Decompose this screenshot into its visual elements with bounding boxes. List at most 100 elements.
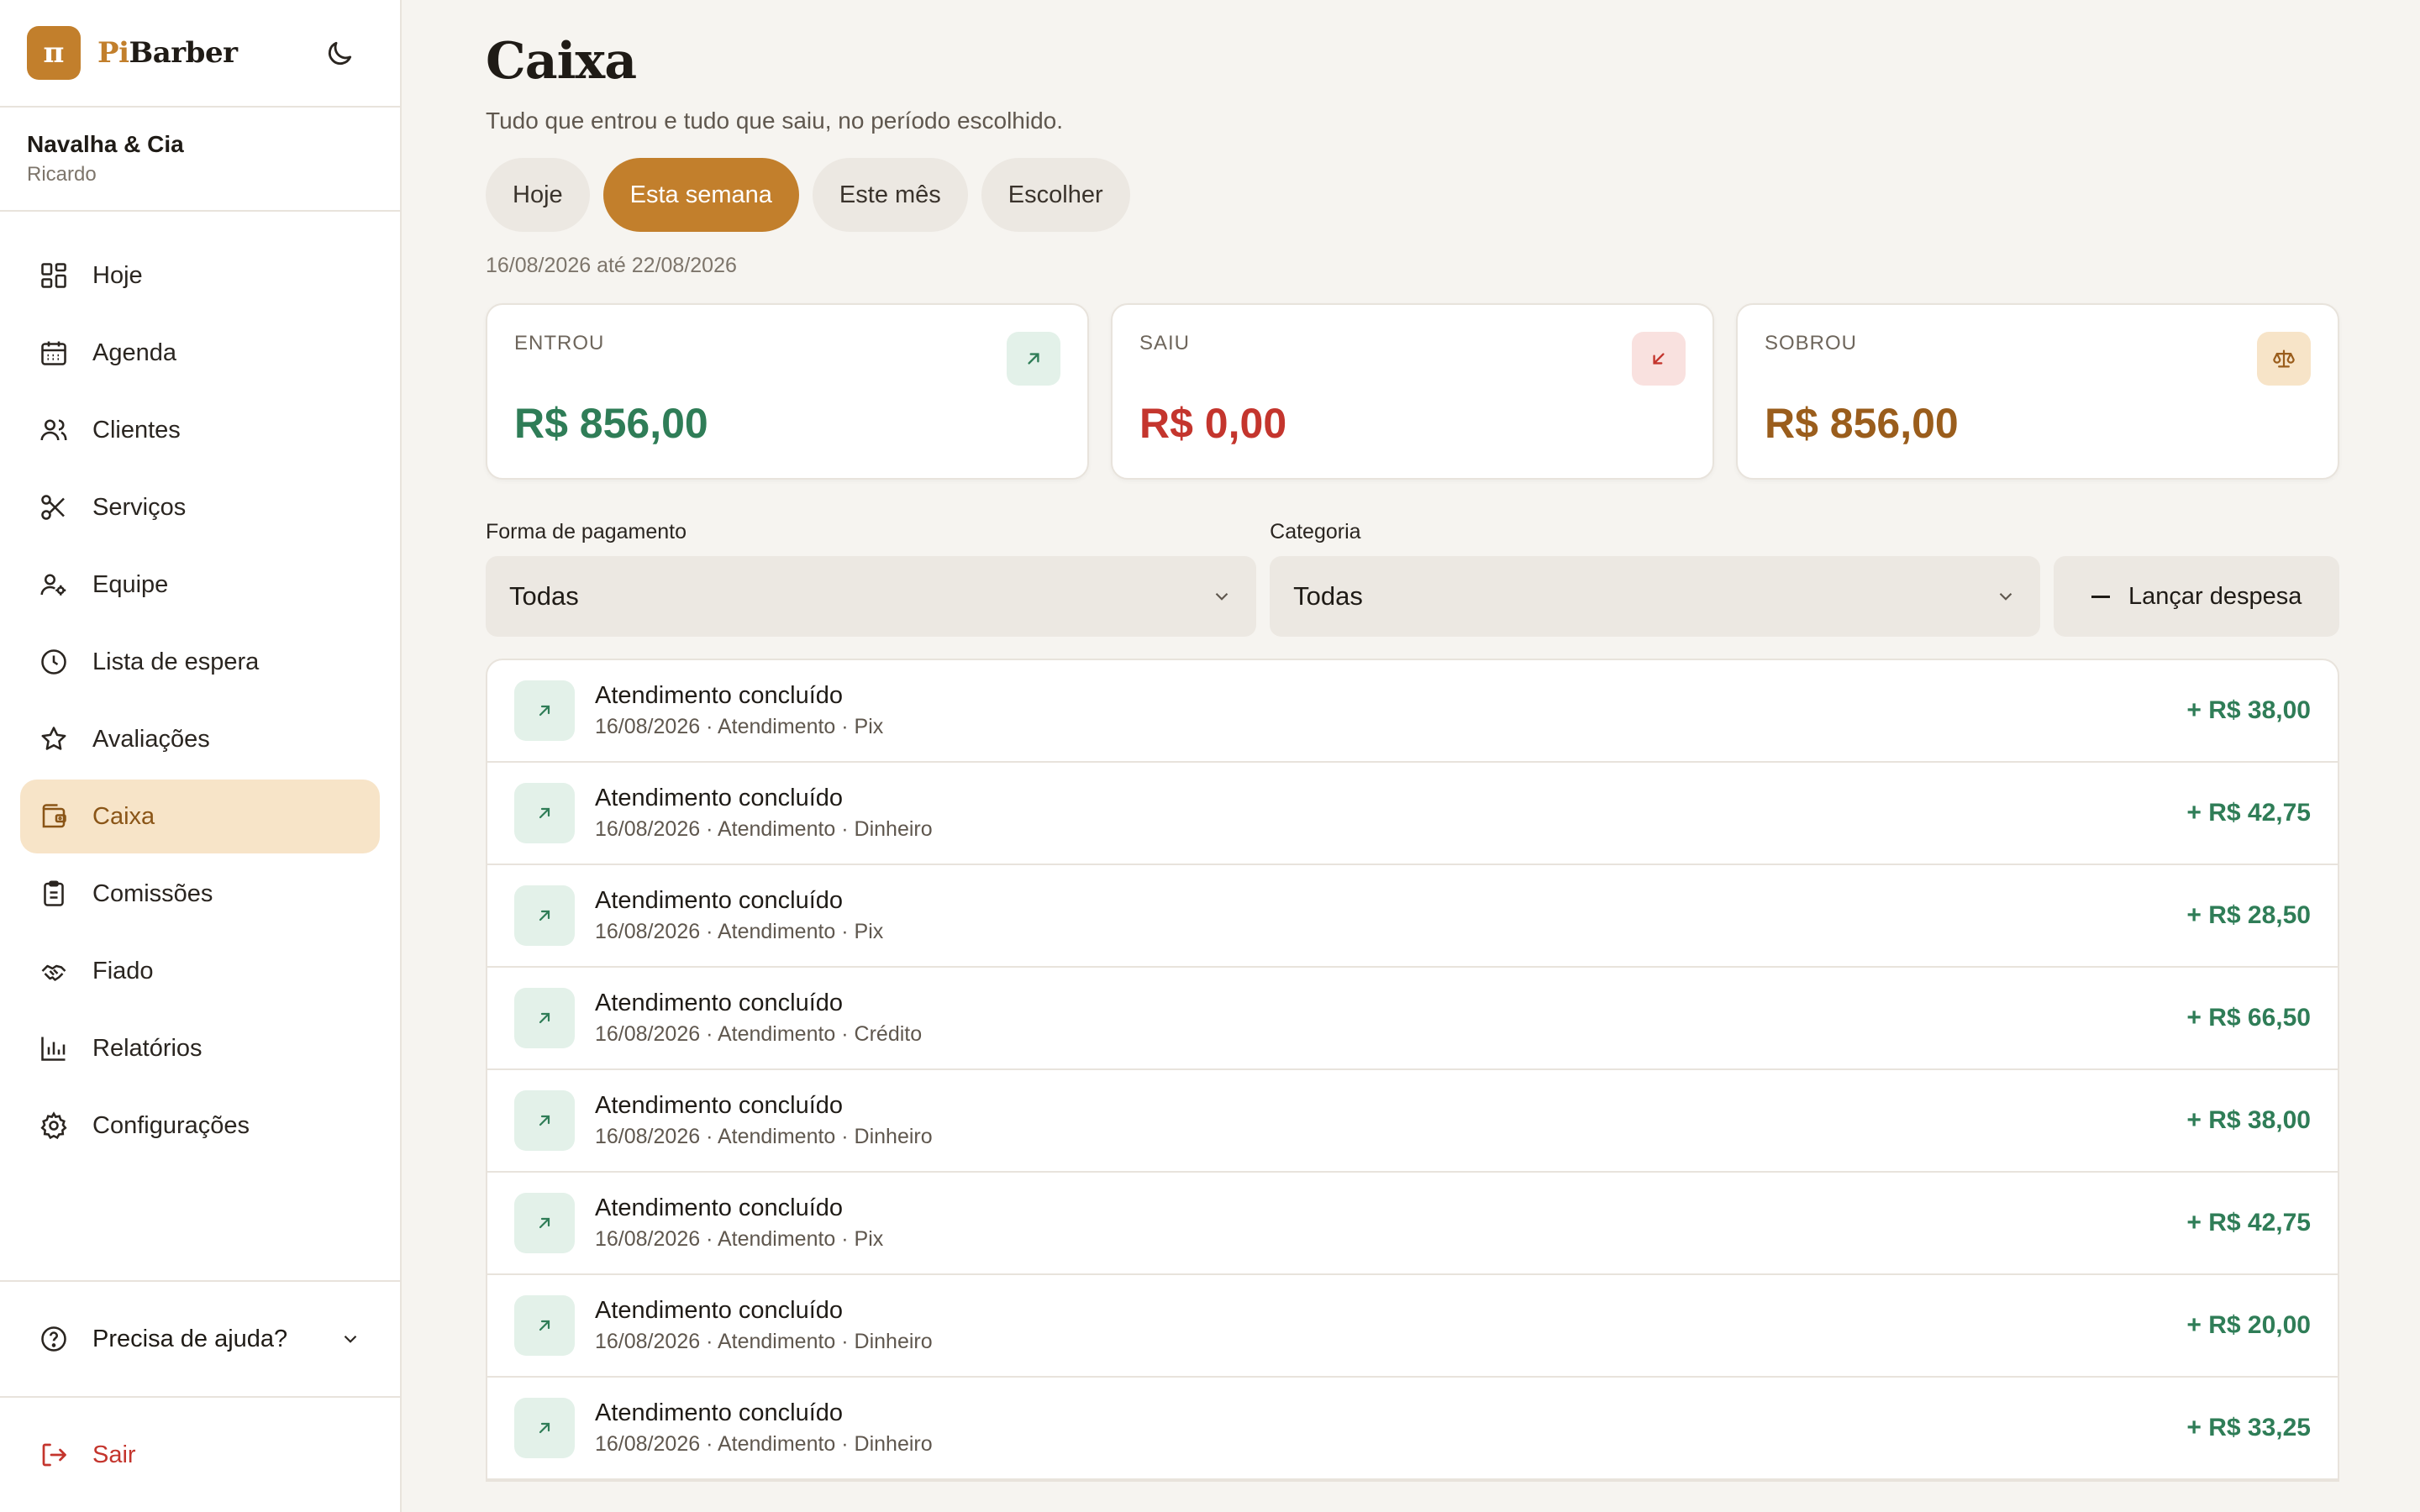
sidebar-item-label: Hoje xyxy=(92,261,143,289)
sidebar-item-label: Lista de espera xyxy=(92,648,260,675)
income-row-icon xyxy=(514,1193,575,1253)
bar-chart-icon xyxy=(41,1037,66,1061)
period-tabs: Hoje Esta semana Este mês Escolher xyxy=(486,158,2339,232)
summary-cards: ENTROU R$ 856,00 SAIU R$ 0,00 SOBROU R$ … xyxy=(486,303,2339,480)
arrow-up-right-icon xyxy=(539,705,550,717)
arrow-up-right-icon xyxy=(539,1115,550,1126)
clock-icon xyxy=(41,649,66,675)
sidebar-nav: Hoje Agenda Clientes Serviços Equipe Lis… xyxy=(0,212,400,1163)
chevron-down-icon xyxy=(2000,592,2012,601)
arrow-up-right-icon xyxy=(1028,353,1039,365)
brand-name: PiBarber xyxy=(97,36,238,70)
theme-toggle-button[interactable] xyxy=(323,37,356,71)
add-expense-button[interactable]: Lançar despesa xyxy=(2054,556,2339,637)
scale-icon xyxy=(2273,349,2295,368)
payment-select[interactable]: Todas xyxy=(486,556,1257,637)
balance-icon-badge xyxy=(2257,332,2311,386)
team-icon xyxy=(40,574,66,596)
logo[interactable]: π xyxy=(27,26,81,80)
sidebar-item-caixa[interactable]: Caixa xyxy=(20,780,380,853)
brand-name-prefix: Pi xyxy=(97,36,129,70)
list-item[interactable]: Atendimento concluído 16/08/2026 · Atendi… xyxy=(487,865,2338,968)
transaction-title: Atendimento concluído xyxy=(595,785,844,811)
logout-icon xyxy=(42,1443,66,1467)
add-expense-label: Lançar despesa xyxy=(2128,582,2302,610)
sidebar-item-comissoes[interactable]: Comissões xyxy=(20,857,380,931)
balance-value: R$ 856,00 xyxy=(1765,400,1959,447)
arrow-up-right-icon xyxy=(539,910,550,921)
transaction-title: Atendimento concluído xyxy=(595,1092,844,1119)
help-label: Precisa de ajuda? xyxy=(92,1325,288,1352)
arrow-up-right-icon xyxy=(539,1012,550,1024)
shop-name: Navalha & Cia xyxy=(27,131,184,157)
transaction-meta: 16/08/2026 · Atendimento · Dinheiro xyxy=(595,817,933,841)
sidebar-item-clientes[interactable]: Clientes xyxy=(20,393,380,467)
sidebar-item-label: Fiado xyxy=(92,957,154,984)
list-item[interactable]: Atendimento concluído 16/08/2026 · Atendi… xyxy=(487,1173,2338,1275)
brand-header: π PiBarber xyxy=(0,0,400,108)
transaction-meta: 16/08/2026 · Atendimento · Pix xyxy=(595,920,884,943)
transaction-list: Atendimento concluído 16/08/2026 · Atendi… xyxy=(486,659,2339,1482)
transaction-title: Atendimento concluído xyxy=(595,1297,844,1324)
transaction-title: Atendimento concluído xyxy=(595,887,844,914)
list-item[interactable]: Atendimento concluído 16/08/2026 · Atendi… xyxy=(487,660,2338,763)
payment-filter-label: Forma de pagamento xyxy=(486,520,687,543)
sidebar-item-equipe[interactable]: Equipe xyxy=(20,548,380,622)
logout-label: Sair xyxy=(92,1441,136,1468)
arrow-up-right-icon xyxy=(539,1422,550,1434)
transaction-amount: + R$ 20,00 xyxy=(2186,1311,2311,1339)
sidebar-item-relatorios[interactable]: Relatórios xyxy=(20,1011,380,1085)
shop-user: Ricardo xyxy=(27,163,97,186)
logout-button[interactable]: Sair xyxy=(0,1396,400,1512)
sidebar-item-fiado[interactable]: Fiado xyxy=(20,934,380,1008)
transaction-amount: + R$ 28,50 xyxy=(2186,901,2311,929)
sidebar-footer: Precisa de ajuda? Sair xyxy=(0,1280,400,1512)
transaction-amount: + R$ 66,50 xyxy=(2186,1004,2311,1032)
sidebar-item-agenda[interactable]: Agenda xyxy=(20,316,380,390)
transaction-meta: 16/08/2026 · Atendimento · Dinheiro xyxy=(595,1330,933,1353)
arrow-up-right-icon xyxy=(539,1217,550,1229)
sidebar-item-label: Serviços xyxy=(92,493,187,521)
sidebar-item-label: Caixa xyxy=(92,802,155,830)
category-select[interactable]: Todas xyxy=(1270,556,2041,637)
sidebar-item-label: Clientes xyxy=(92,416,181,444)
page-subtitle: Tudo que entrou e tudo que saiu, no perí… xyxy=(486,108,1064,134)
star-icon xyxy=(41,727,66,750)
tab-esta-semana[interactable]: Esta semana xyxy=(602,158,799,232)
tab-hoje[interactable]: Hoje xyxy=(486,158,590,232)
chevron-down-icon xyxy=(344,1335,357,1343)
help-circle-icon xyxy=(41,1326,66,1352)
scissors-icon xyxy=(41,495,65,520)
handshake-icon xyxy=(41,964,66,981)
tab-este-mes[interactable]: Este mês xyxy=(812,158,968,232)
help-toggle[interactable]: Precisa de ajuda? xyxy=(0,1280,400,1396)
users-icon xyxy=(40,419,67,441)
list-item[interactable]: Atendimento concluído 16/08/2026 · Atendi… xyxy=(487,968,2338,1070)
list-item[interactable]: Atendimento concluído 16/08/2026 · Atendi… xyxy=(487,1378,2338,1480)
income-label: ENTROU xyxy=(514,332,605,354)
category-select-value: Todas xyxy=(1293,581,1363,611)
list-item[interactable]: Atendimento concluído 16/08/2026 · Atendi… xyxy=(487,763,2338,865)
list-item[interactable]: Atendimento concluído 16/08/2026 · Atendi… xyxy=(487,1275,2338,1378)
sidebar-item-label: Avaliações xyxy=(92,725,210,753)
minus-icon xyxy=(2091,595,2110,598)
expense-label: SAIU xyxy=(1139,332,1191,354)
list-item[interactable]: Atendimento concluído 16/08/2026 · Atendi… xyxy=(487,1070,2338,1173)
balance-card: SOBROU R$ 856,00 xyxy=(1736,303,2339,480)
income-row-icon xyxy=(514,1090,575,1151)
sidebar-item-lista-de-espera[interactable]: Lista de espera xyxy=(20,625,380,699)
transaction-amount: + R$ 38,00 xyxy=(2186,696,2311,724)
sidebar-item-label: Configurações xyxy=(92,1111,250,1139)
tab-escolher[interactable]: Escolher xyxy=(981,158,1130,232)
shop-info: Navalha & Cia Ricardo xyxy=(0,108,400,212)
sidebar-item-avaliacoes[interactable]: Avaliações xyxy=(20,702,380,776)
transaction-amount: + R$ 42,75 xyxy=(2186,799,2311,827)
transaction-title: Atendimento concluído xyxy=(595,990,844,1016)
transaction-title: Atendimento concluído xyxy=(595,1194,844,1221)
dashboard-icon xyxy=(41,263,66,288)
sidebar-item-servicos[interactable]: Serviços xyxy=(20,470,380,544)
arrow-down-left-icon xyxy=(1653,353,1665,365)
main-content: Caixa Tudo que entrou e tudo que saiu, n… xyxy=(486,0,2339,1482)
sidebar-item-hoje[interactable]: Hoje xyxy=(20,239,380,312)
sidebar-item-configuracoes[interactable]: Configurações xyxy=(20,1089,380,1163)
